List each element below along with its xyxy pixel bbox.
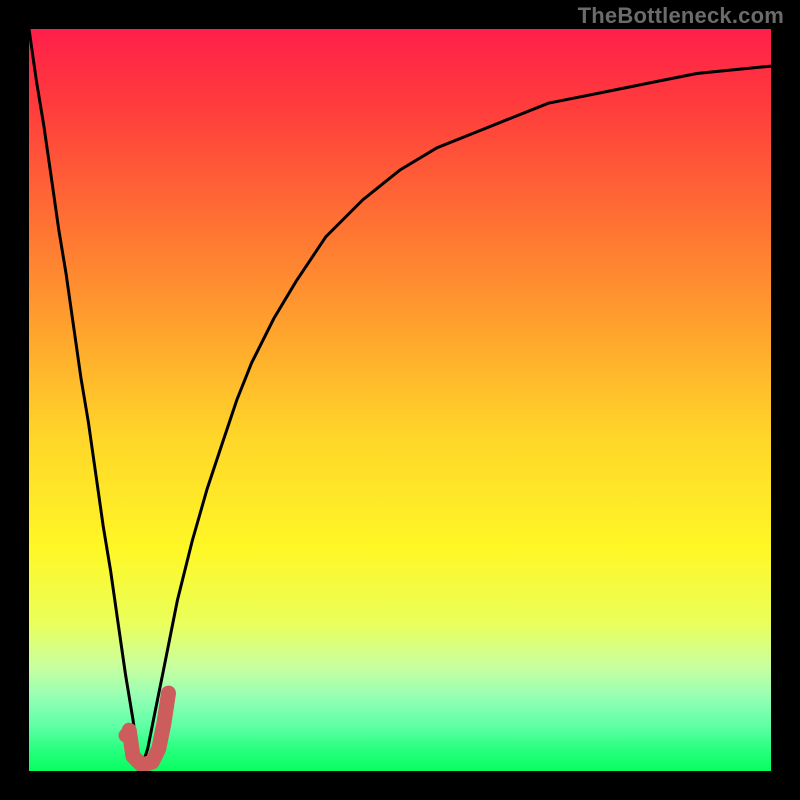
optimal-marker-j: [129, 693, 168, 765]
bottleneck-curve: [29, 29, 771, 771]
chart-svg: [29, 29, 771, 771]
optimal-marker-dot: [119, 728, 133, 742]
chart-frame: TheBottleneck.com: [0, 0, 800, 800]
chart-plot-area: [29, 29, 771, 771]
watermark-text: TheBottleneck.com: [578, 3, 784, 29]
